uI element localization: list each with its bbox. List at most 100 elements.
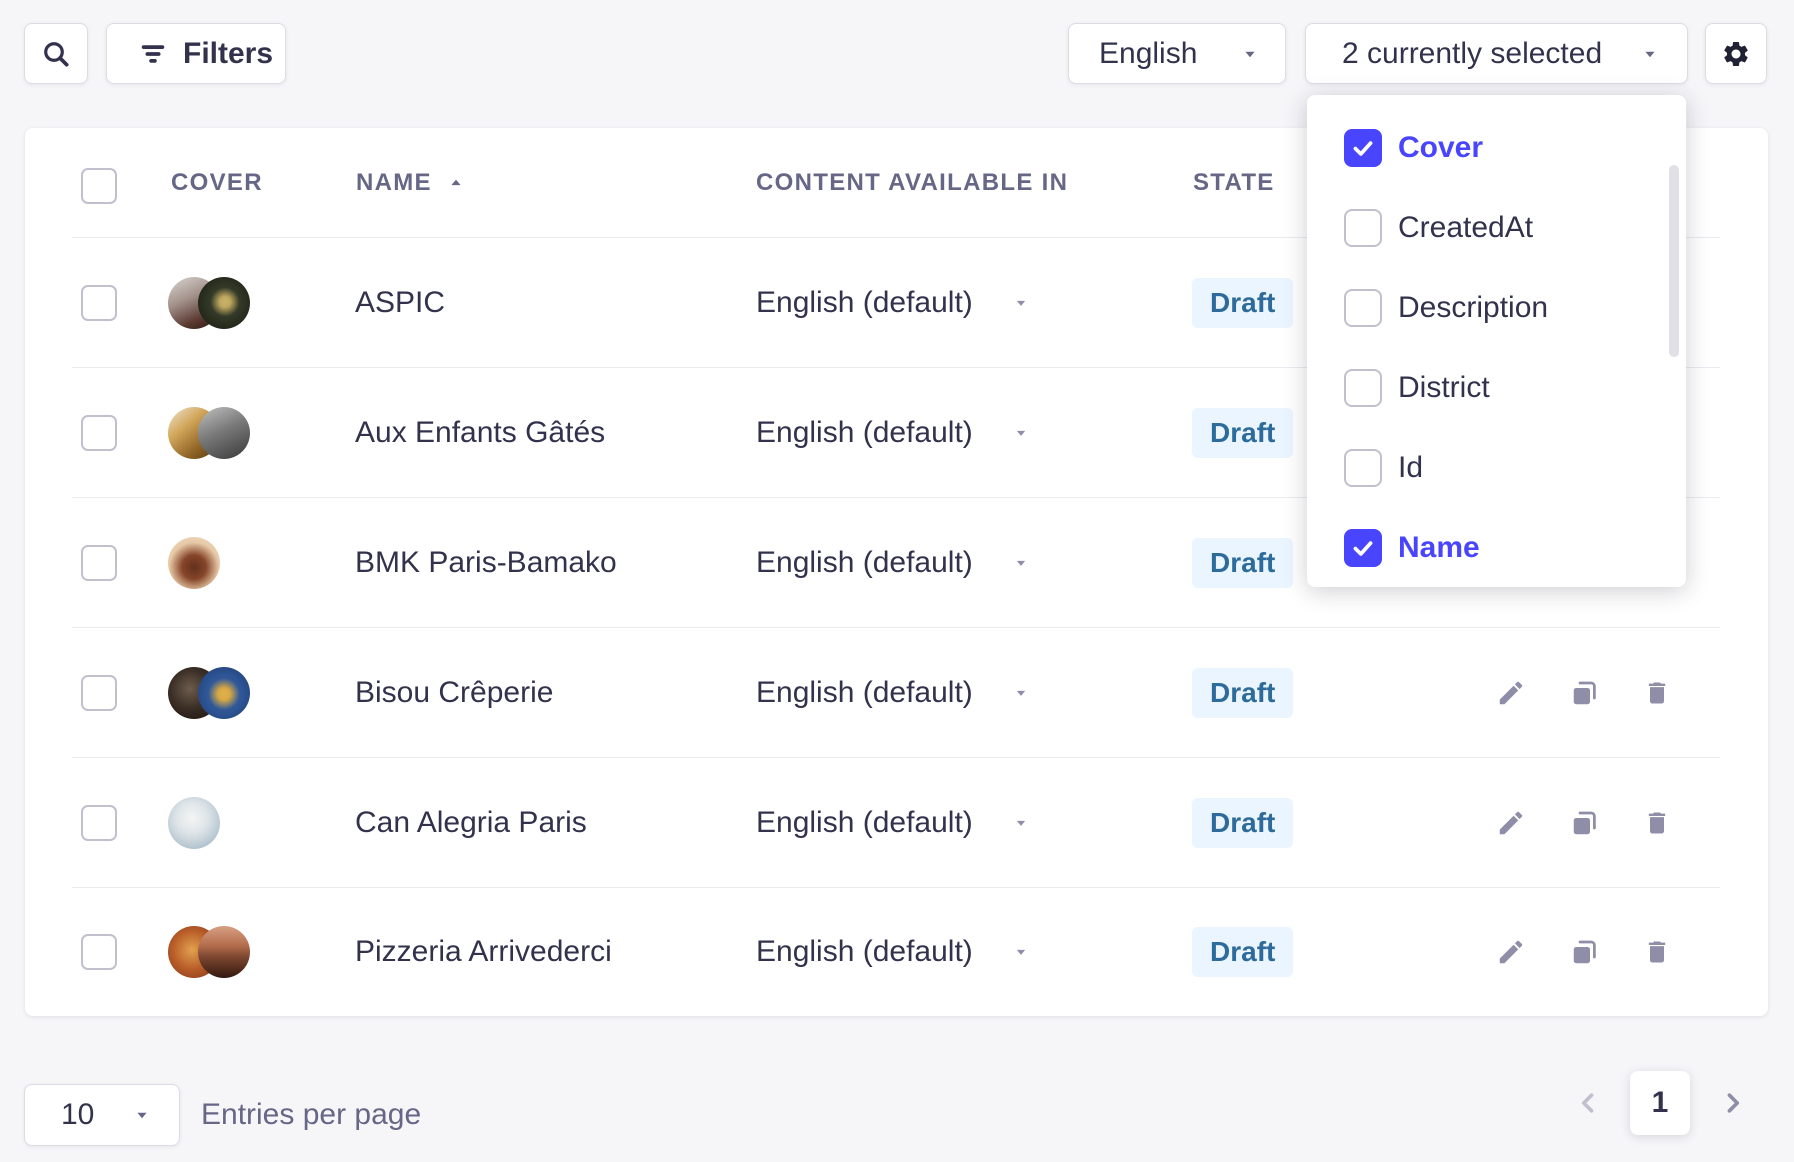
- column-option-label: Description: [1398, 291, 1548, 325]
- locale-cell-value: English (default): [756, 286, 973, 320]
- duplicate-button[interactable]: [1563, 930, 1607, 974]
- locale-cell-value: English (default): [756, 806, 973, 840]
- locale-cell-value: English (default): [756, 546, 973, 580]
- header-name-label: NAME: [356, 169, 432, 197]
- duplicate-icon: [1570, 678, 1600, 708]
- header-cover: COVER: [171, 169, 263, 197]
- locale-cell[interactable]: English (default): [756, 416, 1031, 450]
- chevron-down-icon: [1011, 942, 1031, 962]
- locale-cell-value: English (default): [756, 416, 973, 450]
- column-option-name[interactable]: Name: [1307, 508, 1686, 588]
- chevron-down-icon: [131, 1104, 153, 1126]
- chevron-down-icon: [1639, 43, 1661, 65]
- column-option-cover[interactable]: Cover: [1307, 108, 1686, 188]
- restaurant-name: Can Alegria Paris: [355, 806, 587, 840]
- table-row[interactable]: Can Alegria Paris English (default) Draft: [25, 758, 1768, 888]
- chevron-down-icon: [1011, 553, 1031, 573]
- cover-avatar: [198, 277, 250, 329]
- unchecked-checkbox[interactable]: [1344, 289, 1382, 327]
- chevron-right-icon: [1716, 1086, 1750, 1120]
- cover-avatars: [168, 277, 250, 329]
- locale-cell[interactable]: English (default): [756, 546, 1031, 580]
- column-option-district[interactable]: District: [1307, 348, 1686, 428]
- previous-page-button[interactable]: [1566, 1081, 1610, 1125]
- edit-button[interactable]: [1489, 801, 1533, 845]
- cover-avatar: [198, 667, 250, 719]
- chevron-down-icon: [1011, 423, 1031, 443]
- search-icon: [40, 38, 72, 70]
- column-option-id[interactable]: Id: [1307, 428, 1686, 508]
- check-icon: [1350, 135, 1376, 161]
- status-badge: Draft: [1192, 798, 1293, 848]
- select-all-checkbox[interactable]: [81, 168, 117, 204]
- delete-button[interactable]: [1635, 801, 1679, 845]
- unchecked-checkbox[interactable]: [1344, 449, 1382, 487]
- locale-cell-value: English (default): [756, 935, 973, 969]
- settings-button[interactable]: [1705, 23, 1767, 84]
- column-settings-select[interactable]: 2 currently selected: [1305, 23, 1688, 84]
- locale-cell[interactable]: English (default): [756, 806, 1031, 840]
- table-row[interactable]: Pizzeria Arrivederci English (default) Dra…: [25, 888, 1768, 1016]
- checked-checkbox[interactable]: [1344, 529, 1382, 567]
- edit-icon: [1496, 937, 1526, 967]
- row-checkbox[interactable]: [81, 805, 117, 841]
- chevron-down-icon: [1011, 293, 1031, 313]
- restaurant-name: Aux Enfants Gâtés: [355, 416, 605, 450]
- status-badge: Draft: [1192, 538, 1293, 588]
- cover-avatar: [198, 407, 250, 459]
- locale-cell-value: English (default): [756, 676, 973, 710]
- edit-icon: [1496, 808, 1526, 838]
- edit-button[interactable]: [1489, 671, 1533, 715]
- check-icon: [1350, 535, 1376, 561]
- header-available-in: CONTENT AVAILABLE IN: [756, 169, 1068, 197]
- delete-button[interactable]: [1635, 671, 1679, 715]
- cover-avatars: [168, 926, 250, 978]
- entries-per-page-label: Entries per page: [201, 1098, 421, 1132]
- column-option-createdat[interactable]: CreatedAt: [1307, 188, 1686, 268]
- column-option-label: Id: [1398, 451, 1423, 485]
- status-badge: Draft: [1192, 927, 1293, 977]
- delete-button[interactable]: [1635, 930, 1679, 974]
- chevron-left-icon: [1571, 1086, 1605, 1120]
- row-checkbox[interactable]: [81, 675, 117, 711]
- status-badge: Draft: [1192, 408, 1293, 458]
- cover-avatars: [168, 407, 250, 459]
- restaurant-name: BMK Paris-Bamako: [355, 546, 617, 580]
- row-checkbox[interactable]: [81, 934, 117, 970]
- locale-select[interactable]: English: [1068, 23, 1286, 84]
- cover-avatars: [168, 537, 220, 589]
- search-button[interactable]: [24, 23, 88, 84]
- filters-button[interactable]: Filters: [106, 23, 286, 84]
- column-option-label: CreatedAt: [1398, 211, 1533, 245]
- scrollbar-thumb[interactable]: [1669, 165, 1679, 357]
- unchecked-checkbox[interactable]: [1344, 209, 1382, 247]
- column-option-description[interactable]: Description: [1307, 268, 1686, 348]
- header-name[interactable]: NAME: [356, 169, 466, 197]
- restaurant-name: Bisou Crêperie: [355, 676, 553, 710]
- locale-cell[interactable]: English (default): [756, 286, 1031, 320]
- unchecked-checkbox[interactable]: [1344, 369, 1382, 407]
- row-checkbox[interactable]: [81, 285, 117, 321]
- duplicate-button[interactable]: [1563, 671, 1607, 715]
- duplicate-button[interactable]: [1563, 801, 1607, 845]
- page-1-button[interactable]: 1: [1630, 1071, 1690, 1135]
- cover-avatar: [198, 926, 250, 978]
- cover-avatar: [168, 797, 220, 849]
- checked-checkbox[interactable]: [1344, 129, 1382, 167]
- next-page-button[interactable]: [1711, 1081, 1755, 1125]
- entries-per-page-value: 10: [61, 1098, 94, 1132]
- edit-button[interactable]: [1489, 930, 1533, 974]
- column-settings-dropdown: Cover CreatedAt Description District Id Name: [1307, 95, 1686, 587]
- entries-per-page-select[interactable]: 10: [24, 1084, 180, 1146]
- filters-label: Filters: [183, 37, 273, 71]
- duplicate-icon: [1570, 808, 1600, 838]
- row-checkbox[interactable]: [81, 545, 117, 581]
- cover-avatar: [168, 537, 220, 589]
- row-checkbox[interactable]: [81, 415, 117, 451]
- locale-cell[interactable]: English (default): [756, 935, 1031, 969]
- locale-select-value: English: [1099, 37, 1197, 71]
- header-state: STATE: [1193, 169, 1275, 197]
- restaurant-name: Pizzeria Arrivederci: [355, 935, 612, 969]
- table-row[interactable]: Bisou CrêperieEnglish (default)Draft: [25, 628, 1768, 758]
- locale-cell[interactable]: English (default): [756, 676, 1031, 710]
